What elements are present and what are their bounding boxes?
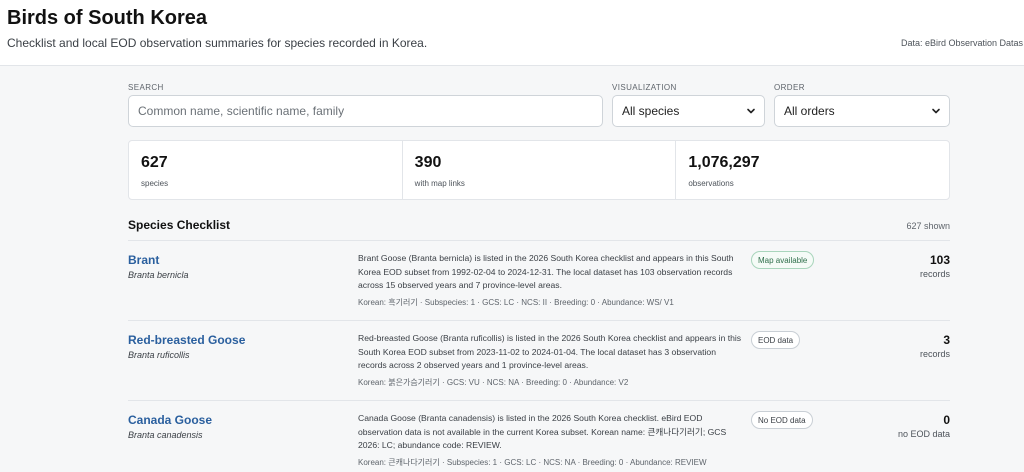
order-value: All orders	[784, 104, 835, 118]
data-source-text: Data: eBird Observation Datas	[901, 38, 1024, 48]
record-count: 103	[929, 253, 950, 267]
species-row: Red-breasted Goose Branta ruficollis Red…	[128, 321, 950, 401]
stat-value: 390	[414, 154, 442, 171]
visualization-label: VISUALIZATION	[612, 83, 677, 92]
stat-label: species	[141, 179, 169, 188]
visualization-value: All species	[622, 104, 680, 118]
species-row: Brant Branta bernicla Brant Goose (Brant…	[128, 241, 950, 321]
stat-label: with map links	[414, 179, 465, 188]
eod-data-badge: EOD data	[751, 331, 801, 349]
map-available-badge[interactable]: Map available	[751, 251, 815, 269]
order-label: ORDER	[774, 83, 805, 92]
checklist-title: Species Checklist	[128, 218, 231, 232]
species-meta: Korean: 큰캐나다기러기 · Subspecies: 1 · GCS: L…	[358, 458, 707, 467]
species-description: Red-breasted Goose (Branta ruficollis) i…	[358, 333, 742, 370]
record-count-label: records	[919, 349, 950, 359]
species-name-link[interactable]: Canada Goose	[128, 413, 212, 427]
chevron-down-icon	[932, 108, 940, 114]
search-placeholder: Common name, scientific name, family	[138, 104, 345, 118]
search-input[interactable]: Common name, scientific name, family	[128, 95, 603, 127]
record-count: 3	[943, 333, 950, 347]
page-subtitle: Checklist and local EOD observation summ…	[7, 36, 428, 50]
stat-value: 1,076,297	[688, 154, 760, 171]
stat-label: observations	[688, 179, 734, 188]
species-name-link[interactable]: Red-breasted Goose	[128, 333, 245, 347]
summary-stats: 627 species 390 with map links 1,076,297…	[128, 140, 950, 200]
no-eod-data-badge: No EOD data	[751, 411, 813, 429]
stat-observations: 1,076,297 observations	[676, 141, 949, 199]
visualization-select[interactable]: All species	[612, 95, 765, 127]
search-label: SEARCH	[128, 83, 164, 92]
stat-map-links: 390 with map links	[403, 141, 677, 199]
scientific-name: Branta ruficollis	[128, 350, 190, 360]
site-header: Birds of South Korea Checklist and local…	[0, 0, 1024, 66]
shown-count: 627 shown	[906, 221, 950, 231]
species-meta: Korean: 흑기러기 · Subspecies: 1 · GCS: LC ·…	[358, 298, 674, 307]
scientific-name: Branta bernicla	[128, 270, 189, 280]
order-select[interactable]: All orders	[774, 95, 950, 127]
species-row: Canada Goose Branta canadensis Canada Go…	[128, 401, 950, 472]
record-count-label: no EOD data	[897, 429, 950, 439]
species-name-link[interactable]: Brant	[128, 253, 159, 267]
stat-species: 627 species	[129, 141, 403, 199]
species-description: Canada Goose (Branta canadensis) is list…	[358, 413, 727, 450]
scientific-name: Branta canadensis	[128, 430, 203, 440]
record-count: 0	[943, 413, 950, 427]
chevron-down-icon	[747, 108, 755, 114]
species-description: Brant Goose (Branta bernicla) is listed …	[358, 253, 734, 290]
record-count-label: records	[919, 269, 950, 279]
page-title: Birds of South Korea	[7, 7, 208, 29]
species-meta: Korean: 붉은가슴기러기 · GCS: VU · NCS: NA · Br…	[358, 378, 629, 387]
main-content: SEARCH Common name, scientific name, fam…	[128, 66, 950, 472]
stat-value: 627	[141, 154, 168, 171]
